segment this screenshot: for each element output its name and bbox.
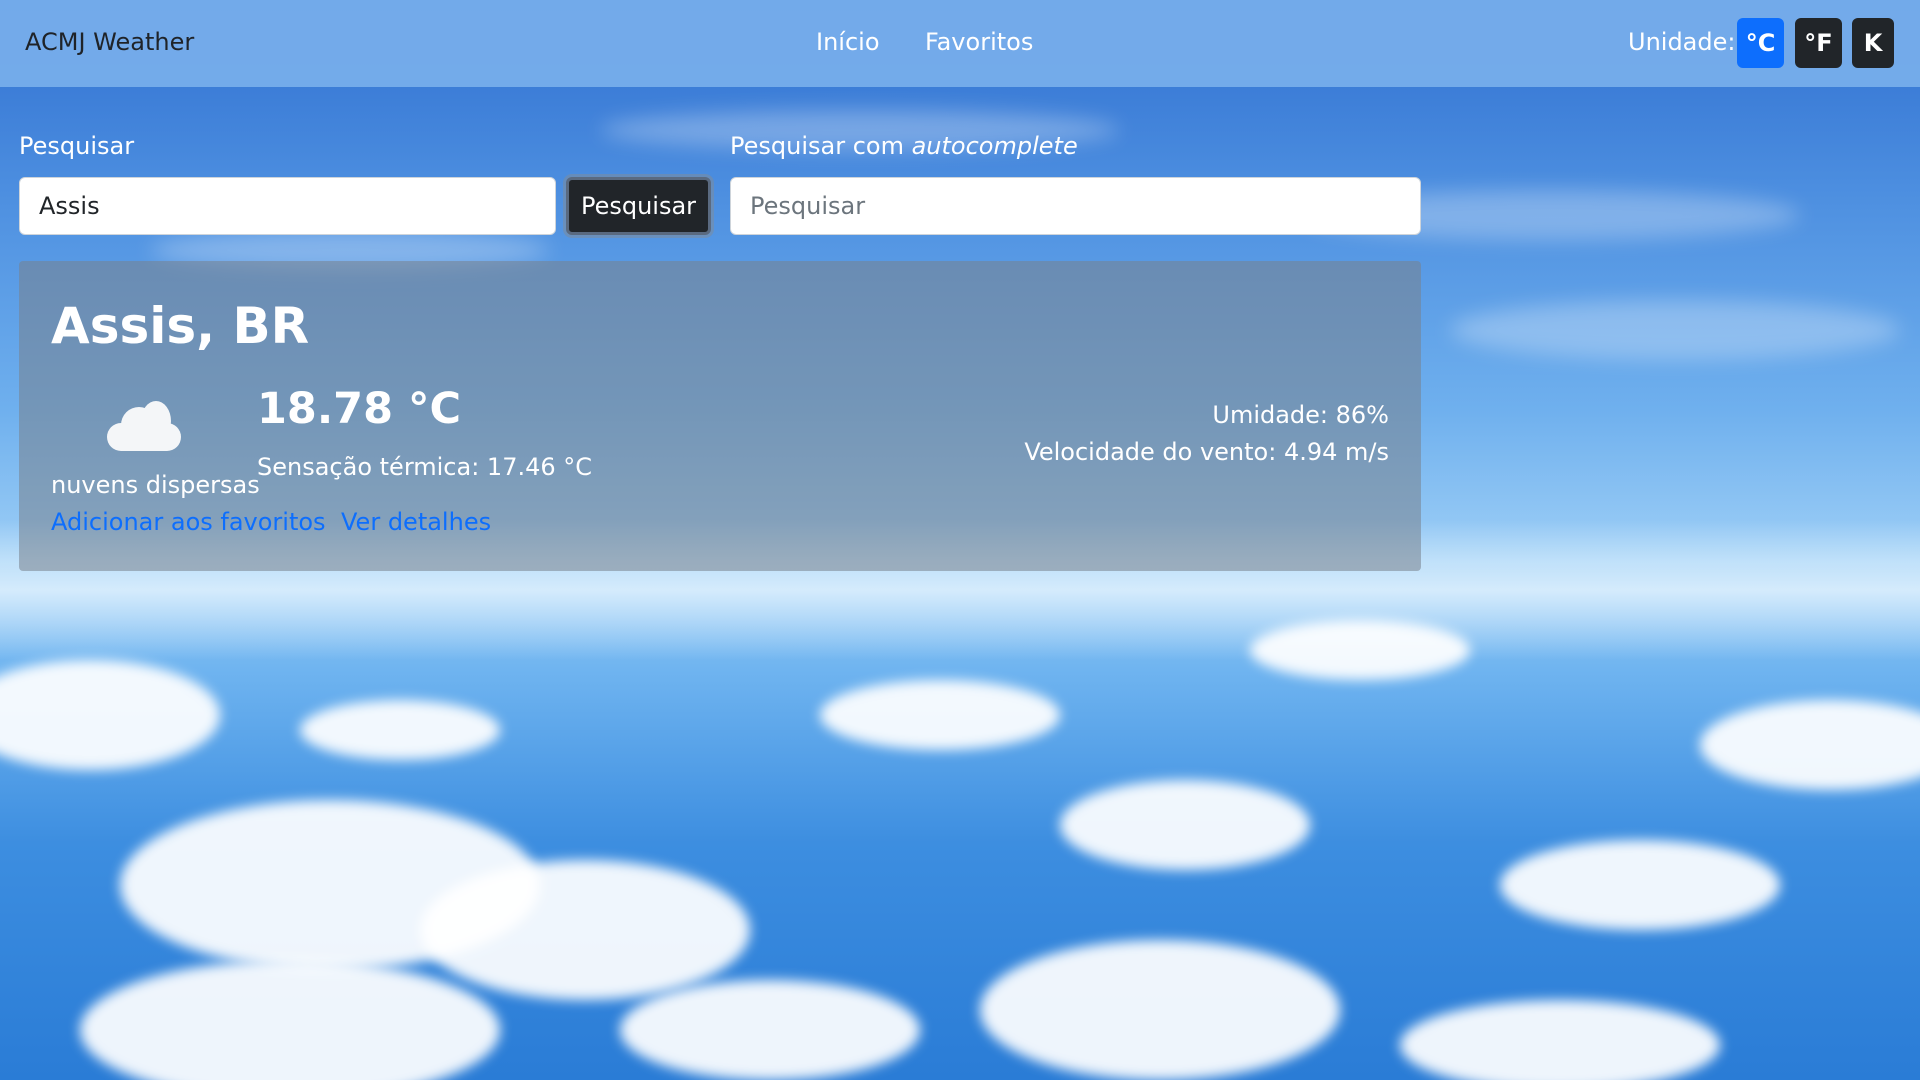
weather-description: nuvens dispersas: [51, 471, 260, 499]
view-details-link[interactable]: Ver detalhes: [341, 508, 491, 536]
search-input[interactable]: [19, 177, 556, 235]
unit-celsius-button[interactable]: °C: [1737, 18, 1784, 68]
unit-kelvin-button[interactable]: K: [1852, 18, 1894, 68]
navbar: ACMJ Weather Início Favoritos Unidade: °…: [0, 0, 1920, 87]
autocomplete-input[interactable]: [730, 177, 1421, 235]
autocomplete-label-em: autocomplete: [911, 132, 1078, 160]
search-label: Pesquisar: [19, 132, 135, 160]
city-title: Assis, BR: [51, 297, 310, 355]
wind-speed-text: Velocidade do vento: 4.94 m/s: [1024, 438, 1389, 466]
weather-card: Assis, BR nuvens dispersas 18.78 °C Sens…: [19, 261, 1421, 571]
cloud-icon: [107, 401, 181, 451]
temperature-value: 18.78 °C: [257, 384, 462, 434]
nav-link-favoritos[interactable]: Favoritos: [925, 28, 1033, 56]
nav-link-inicio[interactable]: Início: [816, 28, 880, 56]
search-button[interactable]: Pesquisar: [566, 177, 711, 235]
add-favorite-link[interactable]: Adicionar aos favoritos: [51, 508, 326, 536]
autocomplete-label: Pesquisar com autocomplete: [730, 132, 1078, 160]
humidity-text: Umidade: 86%: [1212, 401, 1389, 429]
unit-fahrenheit-button[interactable]: °F: [1795, 18, 1842, 68]
feels-like-text: Sensação térmica: 17.46 °C: [257, 453, 593, 481]
autocomplete-label-prefix: Pesquisar com: [730, 132, 912, 160]
unit-label: Unidade:: [1628, 28, 1736, 56]
brand-title[interactable]: ACMJ Weather: [25, 28, 194, 56]
